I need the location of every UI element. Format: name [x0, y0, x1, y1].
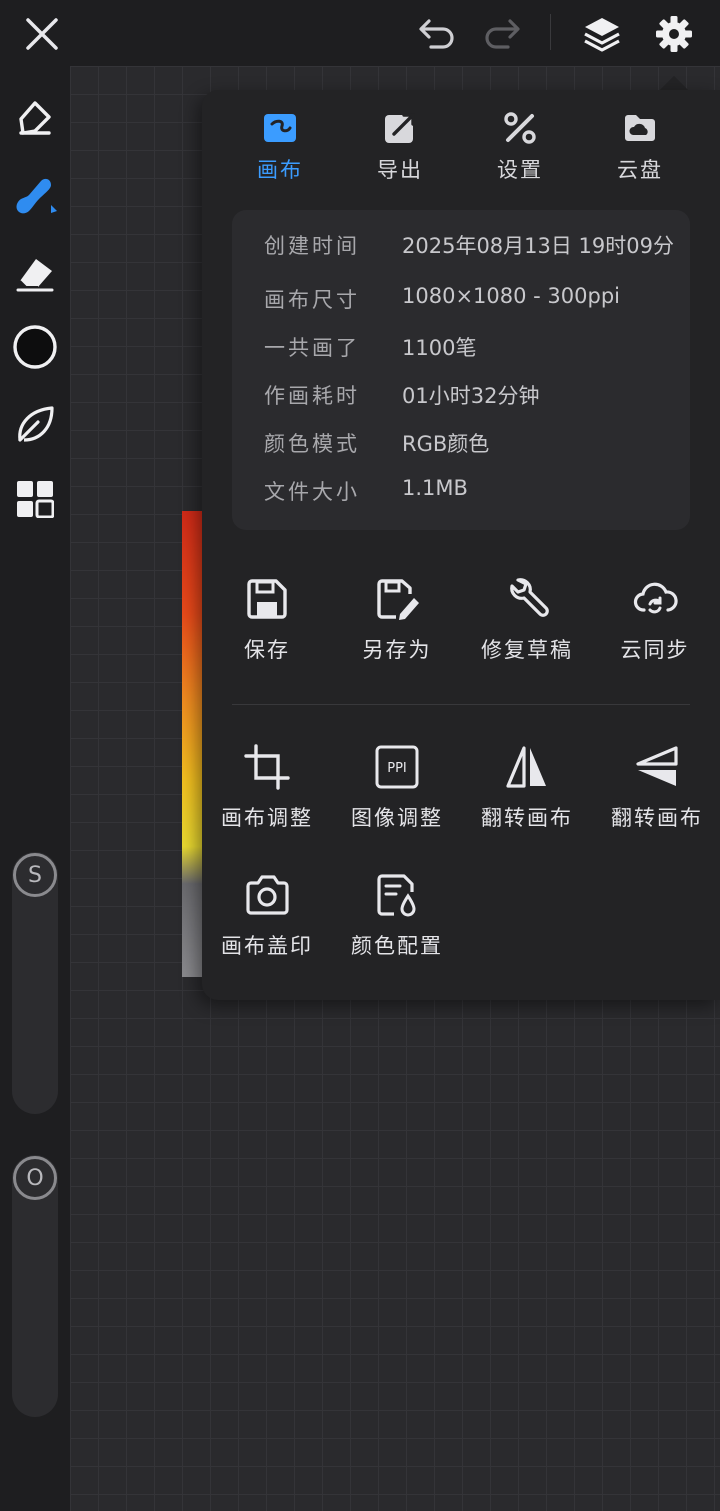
repair-draft-label: 修复草稿: [481, 638, 573, 662]
color-circle-icon[interactable]: [8, 320, 62, 374]
flip-vertical-label: 翻转画布: [611, 806, 703, 830]
top-bar: [0, 0, 720, 66]
canvas-menu-popup: 画布 导出 设置 云盘 创建时间 2025年08月13日 19时09分 画布尺寸…: [202, 90, 720, 1000]
info-row-duration: 作画耗时 01小时32分钟: [232, 380, 690, 420]
leaf-icon[interactable]: [8, 398, 62, 452]
info-key: 文件大小: [264, 480, 360, 504]
popup-tabs: 画布 导出 设置 云盘: [202, 110, 720, 190]
tab-canvas[interactable]: 画布: [230, 110, 330, 190]
image-adjust-button[interactable]: PPI 图像调整: [332, 744, 462, 844]
info-row-strokes: 一共画了 1100笔: [232, 332, 690, 372]
brush-opacity-slider[interactable]: O: [12, 1155, 58, 1417]
info-row-filesize: 文件大小 1.1MB: [232, 476, 690, 516]
canvas-icon: [264, 114, 296, 142]
camera-icon: [246, 875, 289, 915]
settings-gear-icon[interactable]: [648, 8, 700, 60]
tab-canvas-label: 画布: [257, 158, 303, 182]
ppi-icon: PPI: [375, 745, 419, 789]
info-key: 创建时间: [264, 234, 360, 258]
save-as-label: 另存为: [362, 638, 432, 662]
image-adjust-label: 图像调整: [351, 806, 443, 830]
undo-icon[interactable]: [411, 8, 463, 60]
color-profile-icon: [377, 874, 416, 917]
toolbar-divider: [550, 14, 551, 50]
info-value: 01小时32分钟: [402, 384, 540, 408]
export-icon: [385, 113, 415, 143]
flip-horizontal-icon: [506, 746, 546, 788]
brush-icon[interactable]: [8, 168, 62, 222]
cloud-sync-button[interactable]: 云同步: [590, 576, 720, 676]
layers-icon[interactable]: [576, 8, 628, 60]
artwork-preview: [182, 511, 202, 977]
opacity-slider-knob[interactable]: O: [13, 1156, 57, 1200]
save-as-button[interactable]: 另存为: [332, 576, 462, 676]
canvas-adjust-label: 画布调整: [221, 806, 313, 830]
grid-icon[interactable]: [8, 472, 62, 526]
crop-icon: [244, 744, 290, 790]
canvas-adjust-button[interactable]: 画布调整: [202, 744, 332, 844]
info-key: 画布尺寸: [264, 288, 360, 312]
redo-icon[interactable]: [476, 8, 528, 60]
color-config-label: 颜色配置: [351, 934, 443, 958]
canvas-info-box: 创建时间 2025年08月13日 19时09分 画布尺寸 1080×1080 -…: [232, 210, 690, 530]
color-config-button[interactable]: 颜色配置: [332, 872, 462, 972]
tab-cloud-drive[interactable]: 云盘: [590, 110, 690, 190]
wrench-icon: [510, 578, 549, 617]
section-divider: [232, 704, 690, 705]
info-value: 1080×1080 - 300ppi: [402, 284, 620, 308]
size-slider-knob[interactable]: S: [13, 853, 57, 897]
info-value: 1.1MB: [402, 476, 468, 500]
flip-horizontal-label: 翻转画布: [481, 806, 573, 830]
tab-settings[interactable]: 设置: [470, 110, 570, 190]
cloud-sync-icon: [633, 582, 678, 614]
eraser-icon[interactable]: [8, 246, 62, 300]
tab-cloud-drive-label: 云盘: [617, 158, 663, 182]
info-row-size: 画布尺寸 1080×1080 - 300ppi: [232, 284, 690, 324]
brush-size-slider[interactable]: S: [12, 852, 58, 1114]
info-row-created: 创建时间 2025年08月13日 19时09分: [232, 230, 690, 270]
info-key: 作画耗时: [264, 384, 360, 408]
tab-settings-label: 设置: [497, 158, 543, 182]
info-value: 1100笔: [402, 336, 477, 360]
canvas-stamp-label: 画布盖印: [221, 934, 313, 958]
flip-vertical-icon: [636, 746, 678, 786]
info-value: 2025年08月13日 19时09分: [402, 234, 675, 258]
save-as-icon: [377, 579, 419, 620]
flip-horizontal-button[interactable]: 翻转画布: [462, 744, 592, 844]
save-button[interactable]: 保存: [202, 576, 332, 676]
info-row-colormode: 颜色模式 RGB颜色: [232, 428, 690, 468]
info-value: RGB颜色: [402, 432, 490, 456]
tab-export[interactable]: 导出: [350, 110, 450, 190]
tools-icon: [504, 112, 536, 144]
save-icon: [247, 579, 287, 619]
canvas-stamp-button[interactable]: 画布盖印: [202, 872, 332, 972]
pen-icon[interactable]: [8, 92, 62, 146]
cloud-sync-label: 云同步: [620, 638, 690, 662]
left-toolbar: S O: [0, 66, 70, 1511]
info-key: 颜色模式: [264, 432, 360, 456]
repair-draft-button[interactable]: 修复草稿: [462, 576, 592, 676]
save-label: 保存: [244, 638, 290, 662]
ppi-text: PPI: [387, 761, 407, 776]
tab-export-label: 导出: [377, 158, 423, 182]
cloud-drive-icon: [625, 115, 655, 141]
close-icon[interactable]: [16, 8, 68, 60]
flip-vertical-button[interactable]: 翻转画布: [592, 744, 720, 844]
info-key: 一共画了: [264, 336, 360, 360]
